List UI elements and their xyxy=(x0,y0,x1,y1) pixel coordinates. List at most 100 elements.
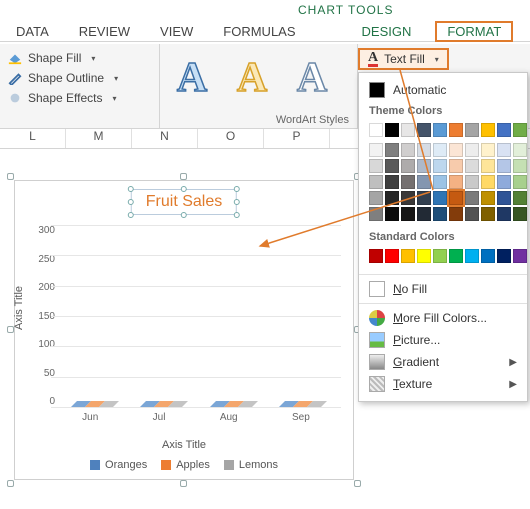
tab-view[interactable]: VIEW xyxy=(154,22,199,41)
color-swatch[interactable] xyxy=(497,191,511,205)
color-swatch[interactable] xyxy=(385,207,399,221)
color-swatch[interactable] xyxy=(417,159,431,173)
color-swatch[interactable] xyxy=(369,143,383,157)
color-swatch[interactable] xyxy=(401,123,415,137)
tab-data[interactable]: DATA xyxy=(10,22,55,41)
text-fill-button[interactable]: A Text Fill ▾ xyxy=(358,48,449,70)
color-swatch[interactable] xyxy=(385,143,399,157)
shape-outline-button[interactable]: Shape Outline▾ xyxy=(8,68,151,88)
col-P[interactable]: P xyxy=(264,129,330,148)
automatic-option[interactable]: Automatic xyxy=(359,79,527,101)
wordart-preset-1[interactable]: A xyxy=(168,54,216,102)
color-swatch[interactable] xyxy=(385,191,399,205)
color-swatch[interactable] xyxy=(385,249,399,263)
col-M[interactable]: M xyxy=(66,129,132,148)
tab-format[interactable]: FORMAT xyxy=(435,21,513,42)
color-swatch[interactable] xyxy=(449,123,463,137)
chart-legend[interactable]: Oranges Apples Lemons xyxy=(90,459,278,471)
color-swatch[interactable] xyxy=(465,249,479,263)
color-swatch[interactable] xyxy=(433,143,447,157)
plot-area[interactable] xyxy=(51,225,341,407)
more-fill-colors-option[interactable]: More Fill Colors... xyxy=(359,307,527,329)
color-swatch[interactable] xyxy=(513,159,527,173)
picture-option[interactable]: Picture... xyxy=(359,329,527,351)
color-swatch[interactable] xyxy=(465,191,479,205)
color-swatch[interactable] xyxy=(481,207,495,221)
color-swatch[interactable] xyxy=(481,143,495,157)
color-swatch[interactable] xyxy=(497,175,511,189)
color-swatch[interactable] xyxy=(369,191,383,205)
color-swatch[interactable] xyxy=(465,159,479,173)
color-swatch[interactable] xyxy=(385,123,399,137)
gradient-option[interactable]: Gradient ▶ xyxy=(359,351,527,373)
color-swatch[interactable] xyxy=(513,123,527,137)
shape-effects-button[interactable]: Shape Effects▾ xyxy=(8,88,151,108)
color-swatch[interactable] xyxy=(481,123,495,137)
color-swatch[interactable] xyxy=(401,207,415,221)
color-swatch[interactable] xyxy=(401,143,415,157)
color-swatch[interactable] xyxy=(449,249,463,263)
color-swatch[interactable] xyxy=(417,123,431,137)
shape-fill-button[interactable]: Shape Fill▾ xyxy=(8,48,151,68)
color-swatch[interactable] xyxy=(385,175,399,189)
col-O[interactable]: O xyxy=(198,129,264,148)
chart-title-box[interactable]: Fruit Sales xyxy=(131,189,237,215)
wordart-preset-2[interactable]: A xyxy=(228,54,276,102)
color-swatch[interactable] xyxy=(433,123,447,137)
color-swatch[interactable] xyxy=(497,249,511,263)
tab-formulas[interactable]: FORMULAS xyxy=(217,22,301,41)
color-swatch[interactable] xyxy=(465,143,479,157)
color-swatch[interactable] xyxy=(433,159,447,173)
texture-option[interactable]: Texture ▶ xyxy=(359,373,527,395)
x-axis-title[interactable]: Axis Title xyxy=(162,439,206,451)
color-swatch[interactable] xyxy=(449,207,463,221)
color-swatch[interactable] xyxy=(513,143,527,157)
color-swatch[interactable] xyxy=(513,207,527,221)
color-swatch[interactable] xyxy=(433,249,447,263)
color-swatch[interactable] xyxy=(449,175,463,189)
color-swatch[interactable] xyxy=(369,207,383,221)
color-swatch[interactable] xyxy=(465,123,479,137)
color-swatch[interactable] xyxy=(449,159,463,173)
color-swatch[interactable] xyxy=(401,175,415,189)
color-swatch[interactable] xyxy=(417,249,431,263)
color-swatch[interactable] xyxy=(385,159,399,173)
color-swatch[interactable] xyxy=(401,159,415,173)
color-swatch[interactable] xyxy=(449,143,463,157)
col-N[interactable]: N xyxy=(132,129,198,148)
color-swatch[interactable] xyxy=(497,123,511,137)
color-swatch[interactable] xyxy=(481,175,495,189)
color-swatch[interactable] xyxy=(481,191,495,205)
col-L[interactable]: L xyxy=(0,129,66,148)
no-fill-option[interactable]: No Fill xyxy=(359,278,527,300)
color-swatch[interactable] xyxy=(465,207,479,221)
color-swatch[interactable] xyxy=(417,175,431,189)
color-swatch[interactable] xyxy=(433,175,447,189)
embedded-chart[interactable]: Fruit Sales Axis Title 30025020015010050… xyxy=(14,180,354,480)
tab-review[interactable]: REVIEW xyxy=(73,22,136,41)
color-swatch[interactable] xyxy=(417,143,431,157)
color-swatch[interactable] xyxy=(433,191,447,205)
color-swatch[interactable] xyxy=(513,249,527,263)
color-swatch[interactable] xyxy=(369,175,383,189)
color-swatch[interactable] xyxy=(497,207,511,221)
color-swatch[interactable] xyxy=(513,175,527,189)
color-swatch[interactable] xyxy=(497,159,511,173)
color-swatch[interactable] xyxy=(417,191,431,205)
color-swatch[interactable] xyxy=(369,123,383,137)
color-swatch[interactable] xyxy=(417,207,431,221)
tab-design[interactable]: DESIGN xyxy=(356,22,418,41)
color-swatch[interactable] xyxy=(481,159,495,173)
color-swatch[interactable] xyxy=(369,249,383,263)
color-swatch[interactable] xyxy=(401,249,415,263)
color-swatch[interactable] xyxy=(449,191,463,205)
wordart-preset-3[interactable]: A xyxy=(288,54,336,102)
color-swatch[interactable] xyxy=(465,175,479,189)
color-swatch[interactable] xyxy=(401,191,415,205)
y-axis-title[interactable]: Axis Title xyxy=(13,286,25,330)
color-swatch[interactable] xyxy=(481,249,495,263)
color-swatch[interactable] xyxy=(497,143,511,157)
color-swatch[interactable] xyxy=(433,207,447,221)
color-swatch[interactable] xyxy=(369,159,383,173)
color-swatch[interactable] xyxy=(513,191,527,205)
